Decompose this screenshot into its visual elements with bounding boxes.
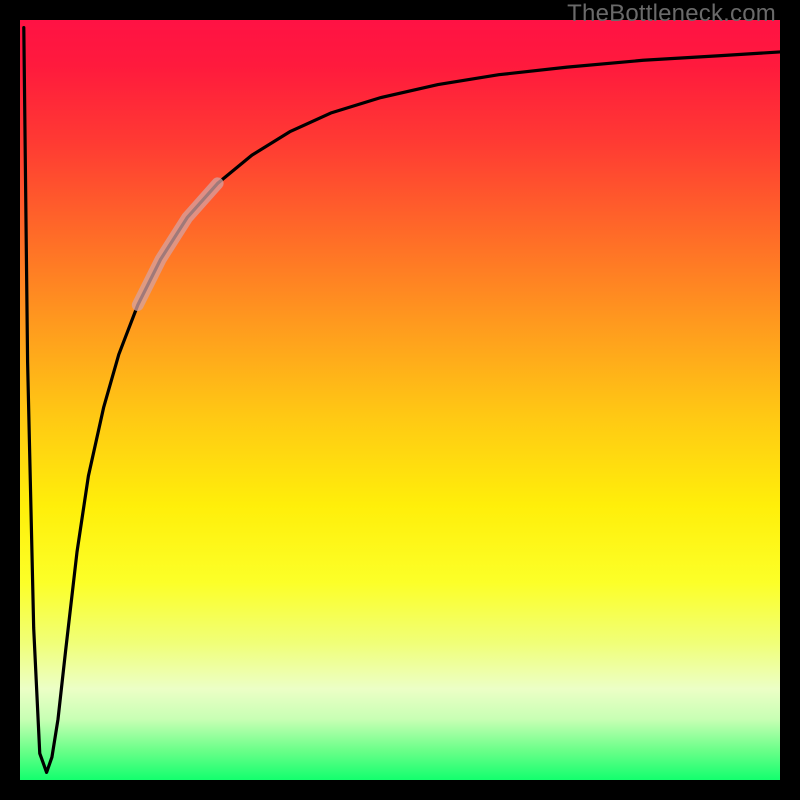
- watermark-text: TheBottleneck.com: [567, 0, 776, 28]
- highlight-segment: [138, 183, 218, 305]
- bottleneck-curve: [24, 28, 780, 773]
- chart-svg: [20, 20, 780, 780]
- chart-frame: TheBottleneck.com: [0, 0, 800, 800]
